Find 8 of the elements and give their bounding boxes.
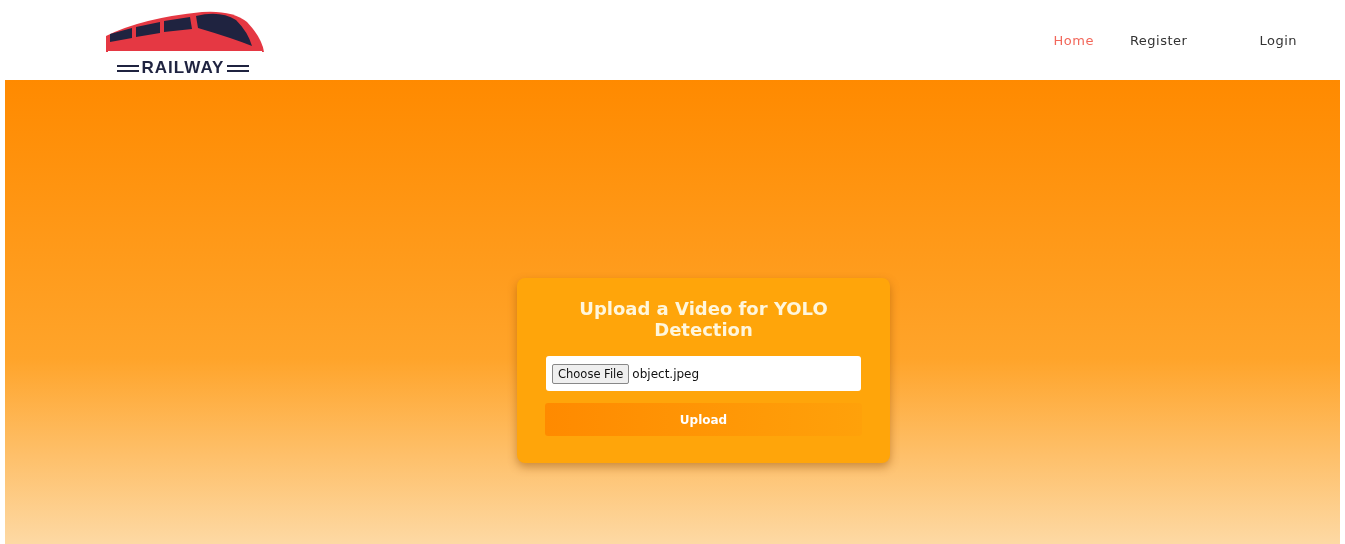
railway-logo[interactable]: RAILWAY <box>96 0 270 78</box>
nav-link[interactable]: Login <box>1259 33 1297 48</box>
logo-text: RAILWAY <box>141 58 225 78</box>
card-title: Upload a Video for YOLO Detection <box>578 298 829 340</box>
file-name: object.jpeg <box>632 366 700 381</box>
nav-link[interactable]: Register <box>1129 33 1188 48</box>
choose-file-button[interactable]: Choose File <box>552 363 630 384</box>
file-input[interactable]: Choose File object.jpeg <box>546 356 861 391</box>
